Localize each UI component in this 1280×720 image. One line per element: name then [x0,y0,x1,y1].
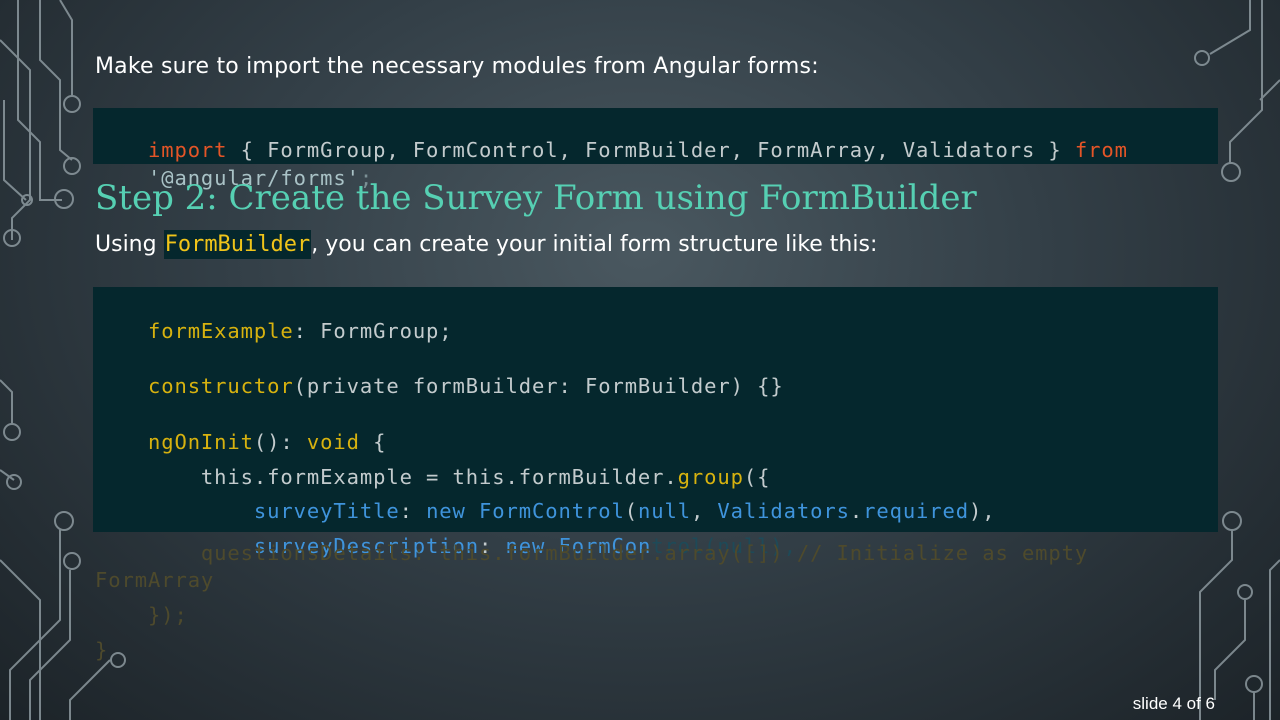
import-line-2: '@angular/forms'; [95,136,373,190]
code-line-1: formExample: FormGroup; [95,289,453,343]
section-heading: Step 2: Create the Survey Form using For… [95,178,977,218]
overflow-code-line-4: } [95,638,109,662]
code-line-2: constructor(private formBuilder: FormBui… [95,344,784,398]
code-token: constructor [147,374,294,398]
code-token: required [863,499,970,523]
code-token: (private formBuilder: FormBuilder) {} [293,374,784,398]
para-before: Using [95,232,164,257]
code-token: . [849,499,864,523]
code-line-5: surveyTitle: new FormControl(null, Valid… [95,469,996,523]
code-line-4: this.formExample = this.formBuilder.grou… [95,435,770,489]
code-token: ), [969,499,996,523]
inline-code-formbuilder: FormBuilder [163,230,312,259]
import-line-1: import { FormGroup, FormControl, FormBui… [95,108,1128,162]
code-token: formExample [147,319,294,343]
from-keyword: from [1074,138,1128,162]
slide-counter: slide 4 of 6 [1132,694,1215,713]
code-line-3: ngOnInit(): void { [95,400,386,454]
code-token: : FormGroup; [293,319,453,343]
overflow-code-line-2: FormArray [95,568,215,592]
code-line-6: surveyDescription: new FormControl(null)… [95,504,797,558]
description-text: Using FormBuilder, you can create your i… [95,230,878,259]
para-after: , you can create your initial form struc… [311,232,878,257]
overflow-code-line-3: }); [95,603,188,627]
intro-text: Make sure to import the necessary module… [95,54,819,79]
overflow-code-line-1: questionsDetails: this.formBuilder.array… [95,541,1089,565]
import-code-block: import { FormGroup, FormControl, FormBui… [93,108,1218,190]
main-code-block: formExample: FormGroup; constructor(priv… [93,287,1218,558]
